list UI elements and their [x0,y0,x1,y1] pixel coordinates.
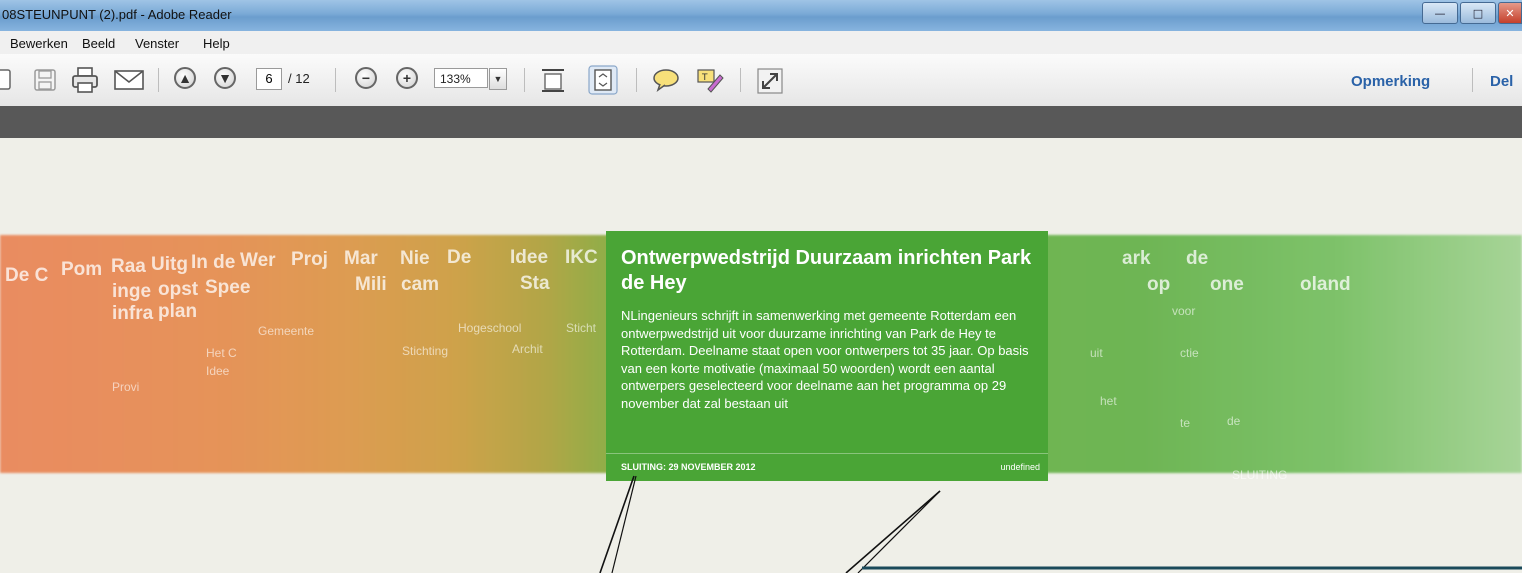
fit-page-icon[interactable] [588,65,618,95]
previous-page-icon[interactable]: ▲ [174,67,196,89]
full-screen-icon[interactable] [756,67,784,95]
create-pdf-icon[interactable] [0,68,16,92]
zoom-input[interactable]: 133% [434,68,488,88]
callout-lines [599,475,1522,573]
menu-help[interactable]: Help [203,36,230,51]
menu-bewerken[interactable]: Bewerken [10,36,68,51]
window-title: 08STEUNPUNT (2).pdf - Adobe Reader [2,7,232,22]
menu-bar: Bewerken Beeld Venster Help [0,31,1522,55]
title-bar: 08STEUNPUNT (2).pdf - Adobe Reader — □ ✕ [0,0,1522,31]
document-header-strip [0,106,1522,138]
maximize-button[interactable]: □ [1460,2,1496,24]
document-page[interactable]: De C Pom Raa Uitg In de Wer Proj Mar Nie… [0,138,1522,573]
menu-beeld[interactable]: Beeld [82,36,115,51]
minimize-button[interactable]: — [1422,2,1458,24]
highlight-text-icon[interactable]: T [694,67,724,93]
comment-panel-link[interactable]: Opmerking [1351,73,1430,90]
next-page-icon[interactable]: ▼ [214,67,236,89]
email-icon[interactable] [113,68,145,92]
menu-venster[interactable]: Venster [135,36,179,51]
fit-width-icon[interactable] [540,67,566,93]
comment-icon[interactable] [652,68,680,92]
window-controls: — □ ✕ [1420,2,1522,24]
toolbar-separator [335,68,336,92]
close-button[interactable]: ✕ [1498,2,1522,24]
share-panel-link[interactable]: Del [1490,73,1513,90]
toolbar: ▲ ▼ 6 / 12 − + 133% ▼ T Opmerking Del [0,54,1522,107]
page-total: / 12 [288,71,310,86]
save-icon[interactable] [33,68,57,92]
svg-text:T: T [701,73,708,83]
toolbar-separator [158,68,159,92]
toolbar-separator [524,68,525,92]
zoom-out-icon[interactable]: − [355,67,377,89]
toolbar-separator [636,68,637,92]
zoom-in-icon[interactable]: + [396,67,418,89]
toolbar-separator [740,68,741,92]
zoom-dropdown-icon[interactable]: ▼ [489,68,507,90]
toolbar-separator [1472,68,1473,92]
print-icon[interactable] [70,66,100,94]
page-number-input[interactable]: 6 [256,68,282,90]
